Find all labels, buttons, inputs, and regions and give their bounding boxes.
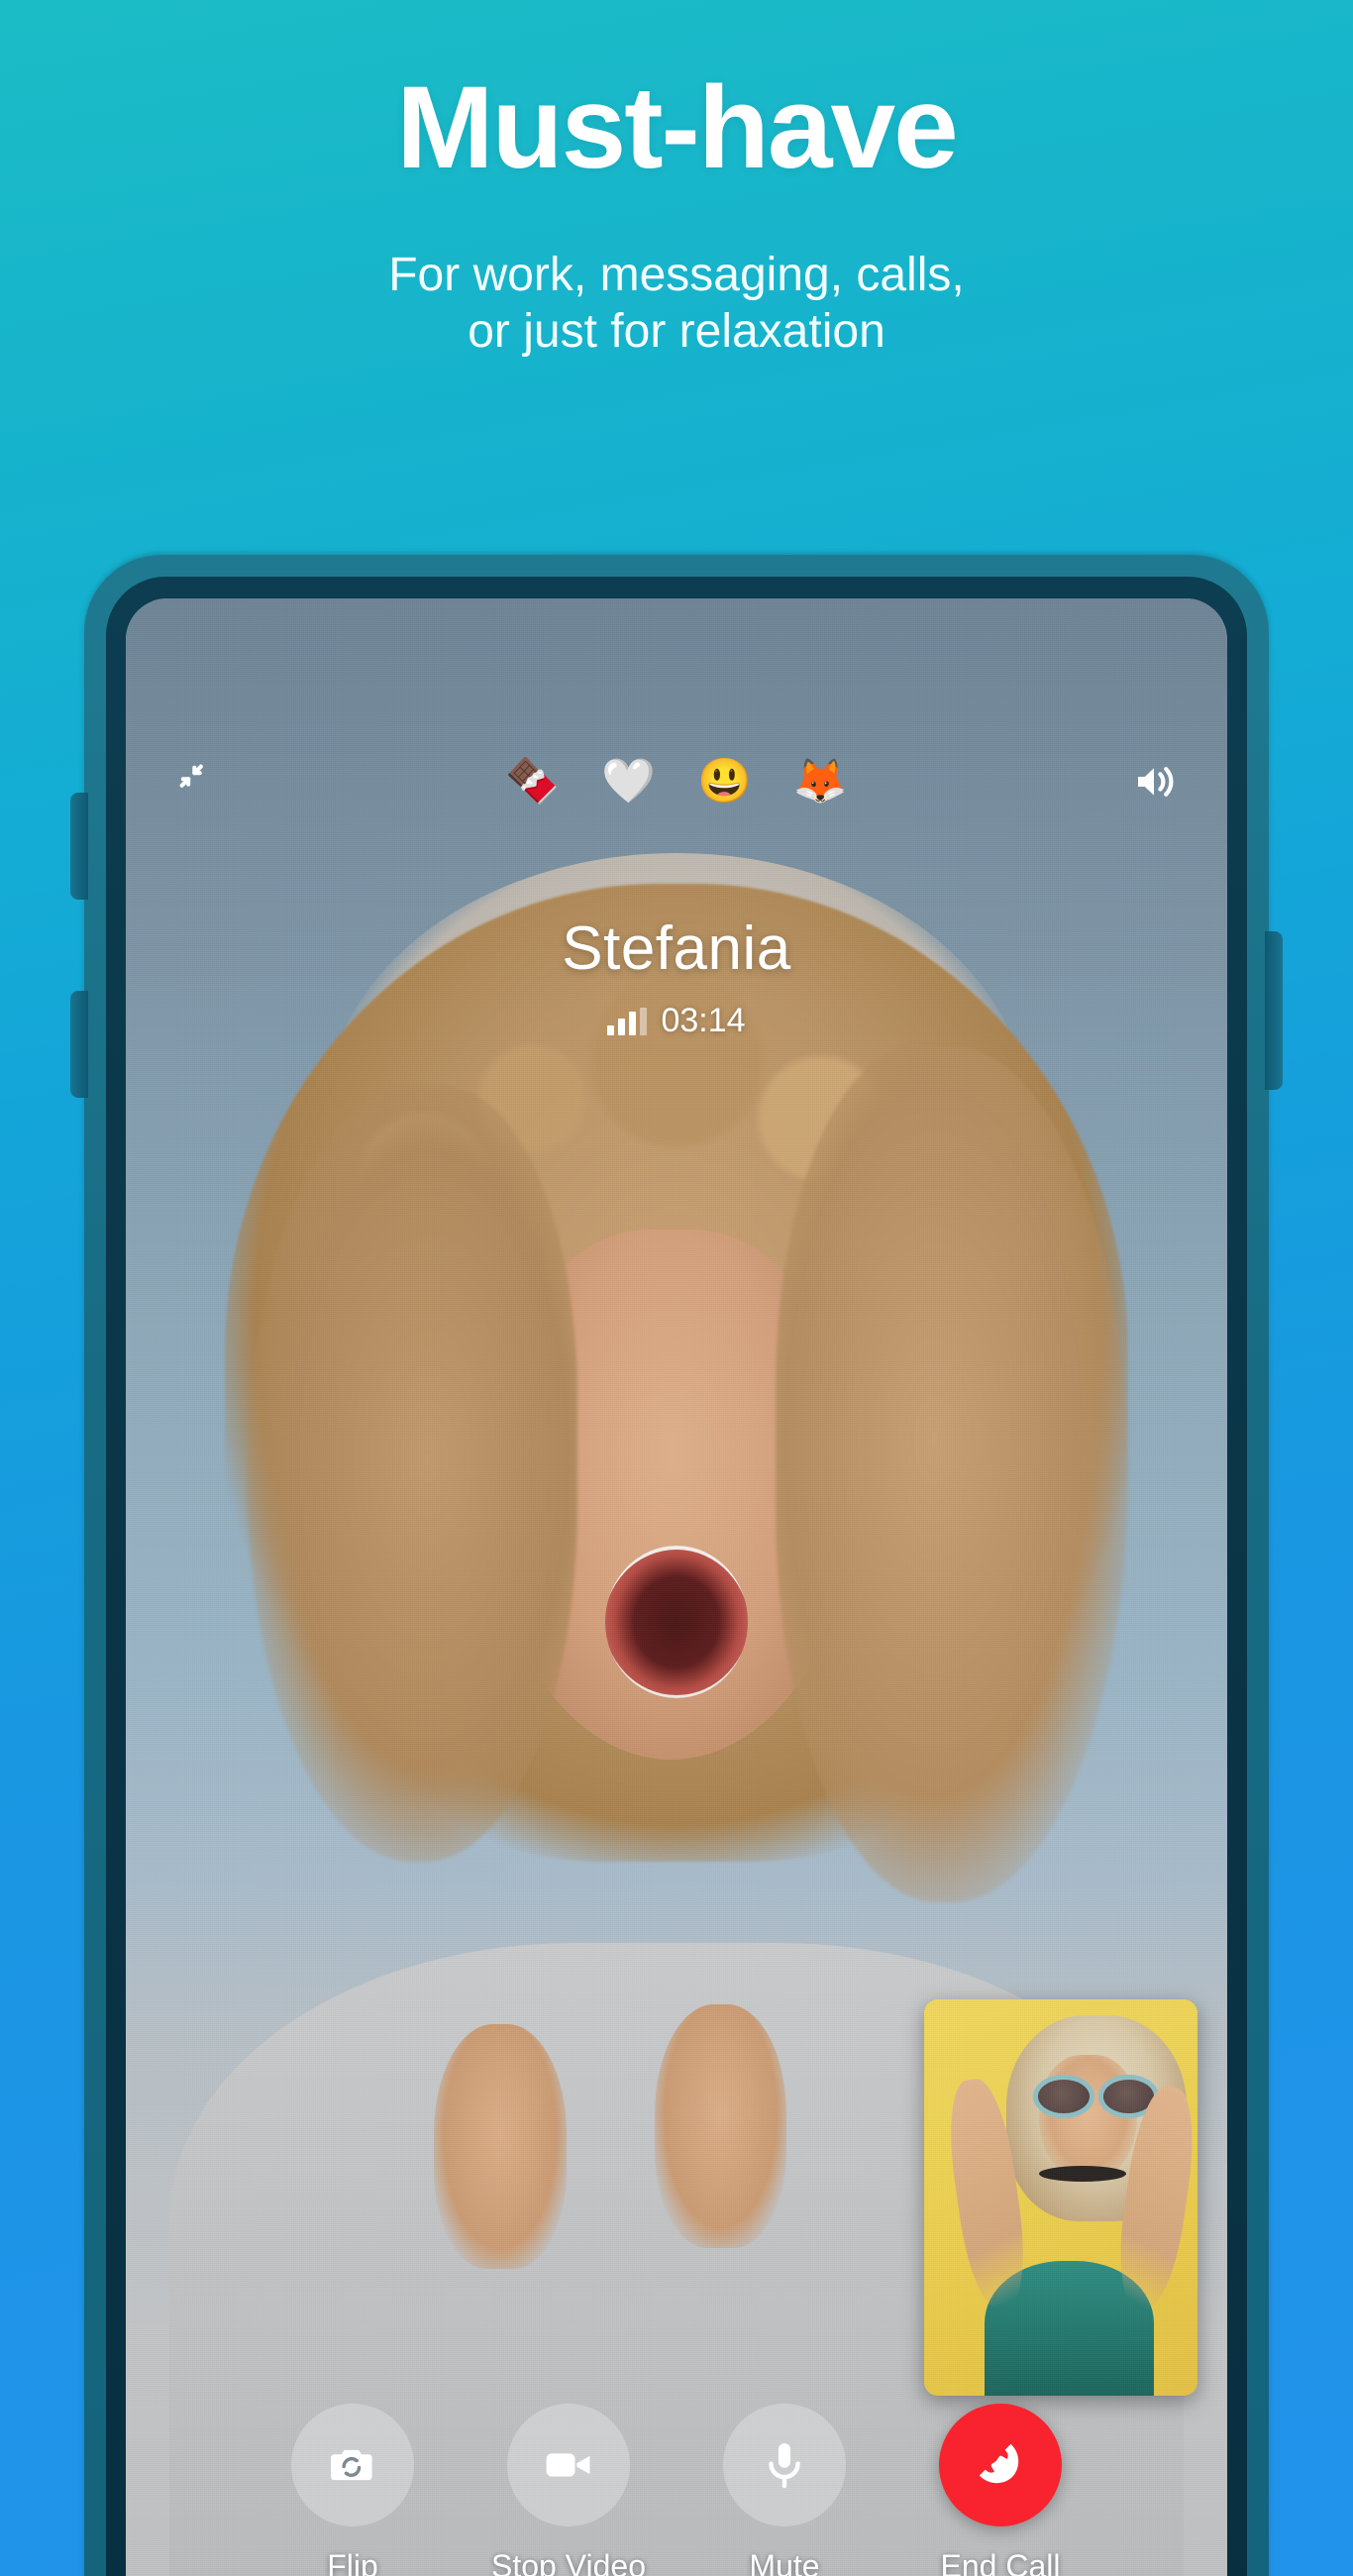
call-controls-bar: Flip Stop Video Mute End Call: [126, 2378, 1227, 2576]
minimize-icon: [174, 759, 220, 805]
mute-button-circle: [723, 2404, 846, 2526]
promo-subtitle: For work, messaging, calls, or just for …: [0, 186, 1353, 360]
call-duration: 03:14: [661, 1002, 746, 1039]
minimize-button[interactable]: [171, 756, 223, 807]
white-heart-emoji[interactable]: 🤍: [601, 760, 656, 804]
chocolate-bar-emoji[interactable]: 🍫: [505, 760, 560, 804]
flip-camera-button[interactable]: Flip: [265, 2404, 440, 2576]
flip-camera-button-circle: [291, 2404, 414, 2526]
signal-strength-icon: [607, 1007, 648, 1035]
camera-flip-icon: [325, 2437, 380, 2493]
phone-hangup-icon: [971, 2435, 1030, 2495]
promo-header: Must-have For work, messaging, calls, or…: [0, 0, 1353, 360]
stop-video-label: Stop Video: [491, 2548, 646, 2576]
speaker-button[interactable]: [1130, 756, 1182, 807]
subject-hand-left: [434, 2024, 567, 2269]
speaker-on-icon: [1132, 758, 1180, 805]
mute-button[interactable]: Mute: [697, 2404, 872, 2576]
video-camera-icon: [541, 2437, 596, 2493]
end-call-button[interactable]: End Call: [913, 2404, 1088, 2576]
self-view-sunglasses: [1033, 2075, 1160, 2118]
volume-down-button[interactable]: [70, 991, 88, 1098]
phone-screen: 🍫 🤍 😃 🦊 Stefania 03:14 Flip Stop Video M…: [126, 598, 1227, 2576]
mute-label: Mute: [749, 2548, 820, 2576]
callee-info: Stefania 03:14: [126, 913, 1227, 1040]
microphone-icon: [757, 2437, 812, 2493]
subject-hair-left: [247, 1087, 577, 1862]
promo-screenshot: Must-have For work, messaging, calls, or…: [0, 0, 1353, 2576]
callee-name: Stefania: [562, 914, 791, 983]
promo-subtitle-line-2: or just for relaxation: [468, 304, 885, 358]
power-button[interactable]: [1265, 931, 1283, 1090]
self-view-choker: [1038, 2166, 1127, 2182]
stop-video-button-circle: [507, 2404, 630, 2526]
call-top-bar: 🍫 🤍 😃 🦊: [126, 747, 1227, 816]
call-status: 03:14: [126, 1002, 1227, 1040]
reaction-emoji-row: 🍫 🤍 😃 🦊: [223, 760, 1130, 804]
flip-camera-label: Flip: [327, 2548, 378, 2576]
subject-mouth: [604, 1546, 749, 1699]
phone-bezel: 🍫 🤍 😃 🦊 Stefania 03:14 Flip Stop Video M…: [106, 577, 1247, 2576]
phone-mockup: 🍫 🤍 😃 🦊 Stefania 03:14 Flip Stop Video M…: [70, 555, 1283, 2576]
volume-up-button[interactable]: [70, 793, 88, 900]
fox-face-emoji[interactable]: 🦊: [793, 760, 848, 804]
subject-hair-right: [776, 1046, 1128, 1902]
promo-subtitle-line-1: For work, messaging, calls,: [388, 249, 965, 301]
subject-hand-right: [654, 2003, 787, 2249]
self-view-thumbnail[interactable]: [924, 1999, 1197, 2396]
end-call-button-circle: [939, 2404, 1062, 2526]
promo-title: Must-have: [396, 62, 959, 193]
stop-video-button[interactable]: Stop Video: [481, 2404, 656, 2576]
end-call-label: End Call: [940, 2548, 1061, 2576]
grinning-face-emoji[interactable]: 😃: [697, 760, 752, 804]
